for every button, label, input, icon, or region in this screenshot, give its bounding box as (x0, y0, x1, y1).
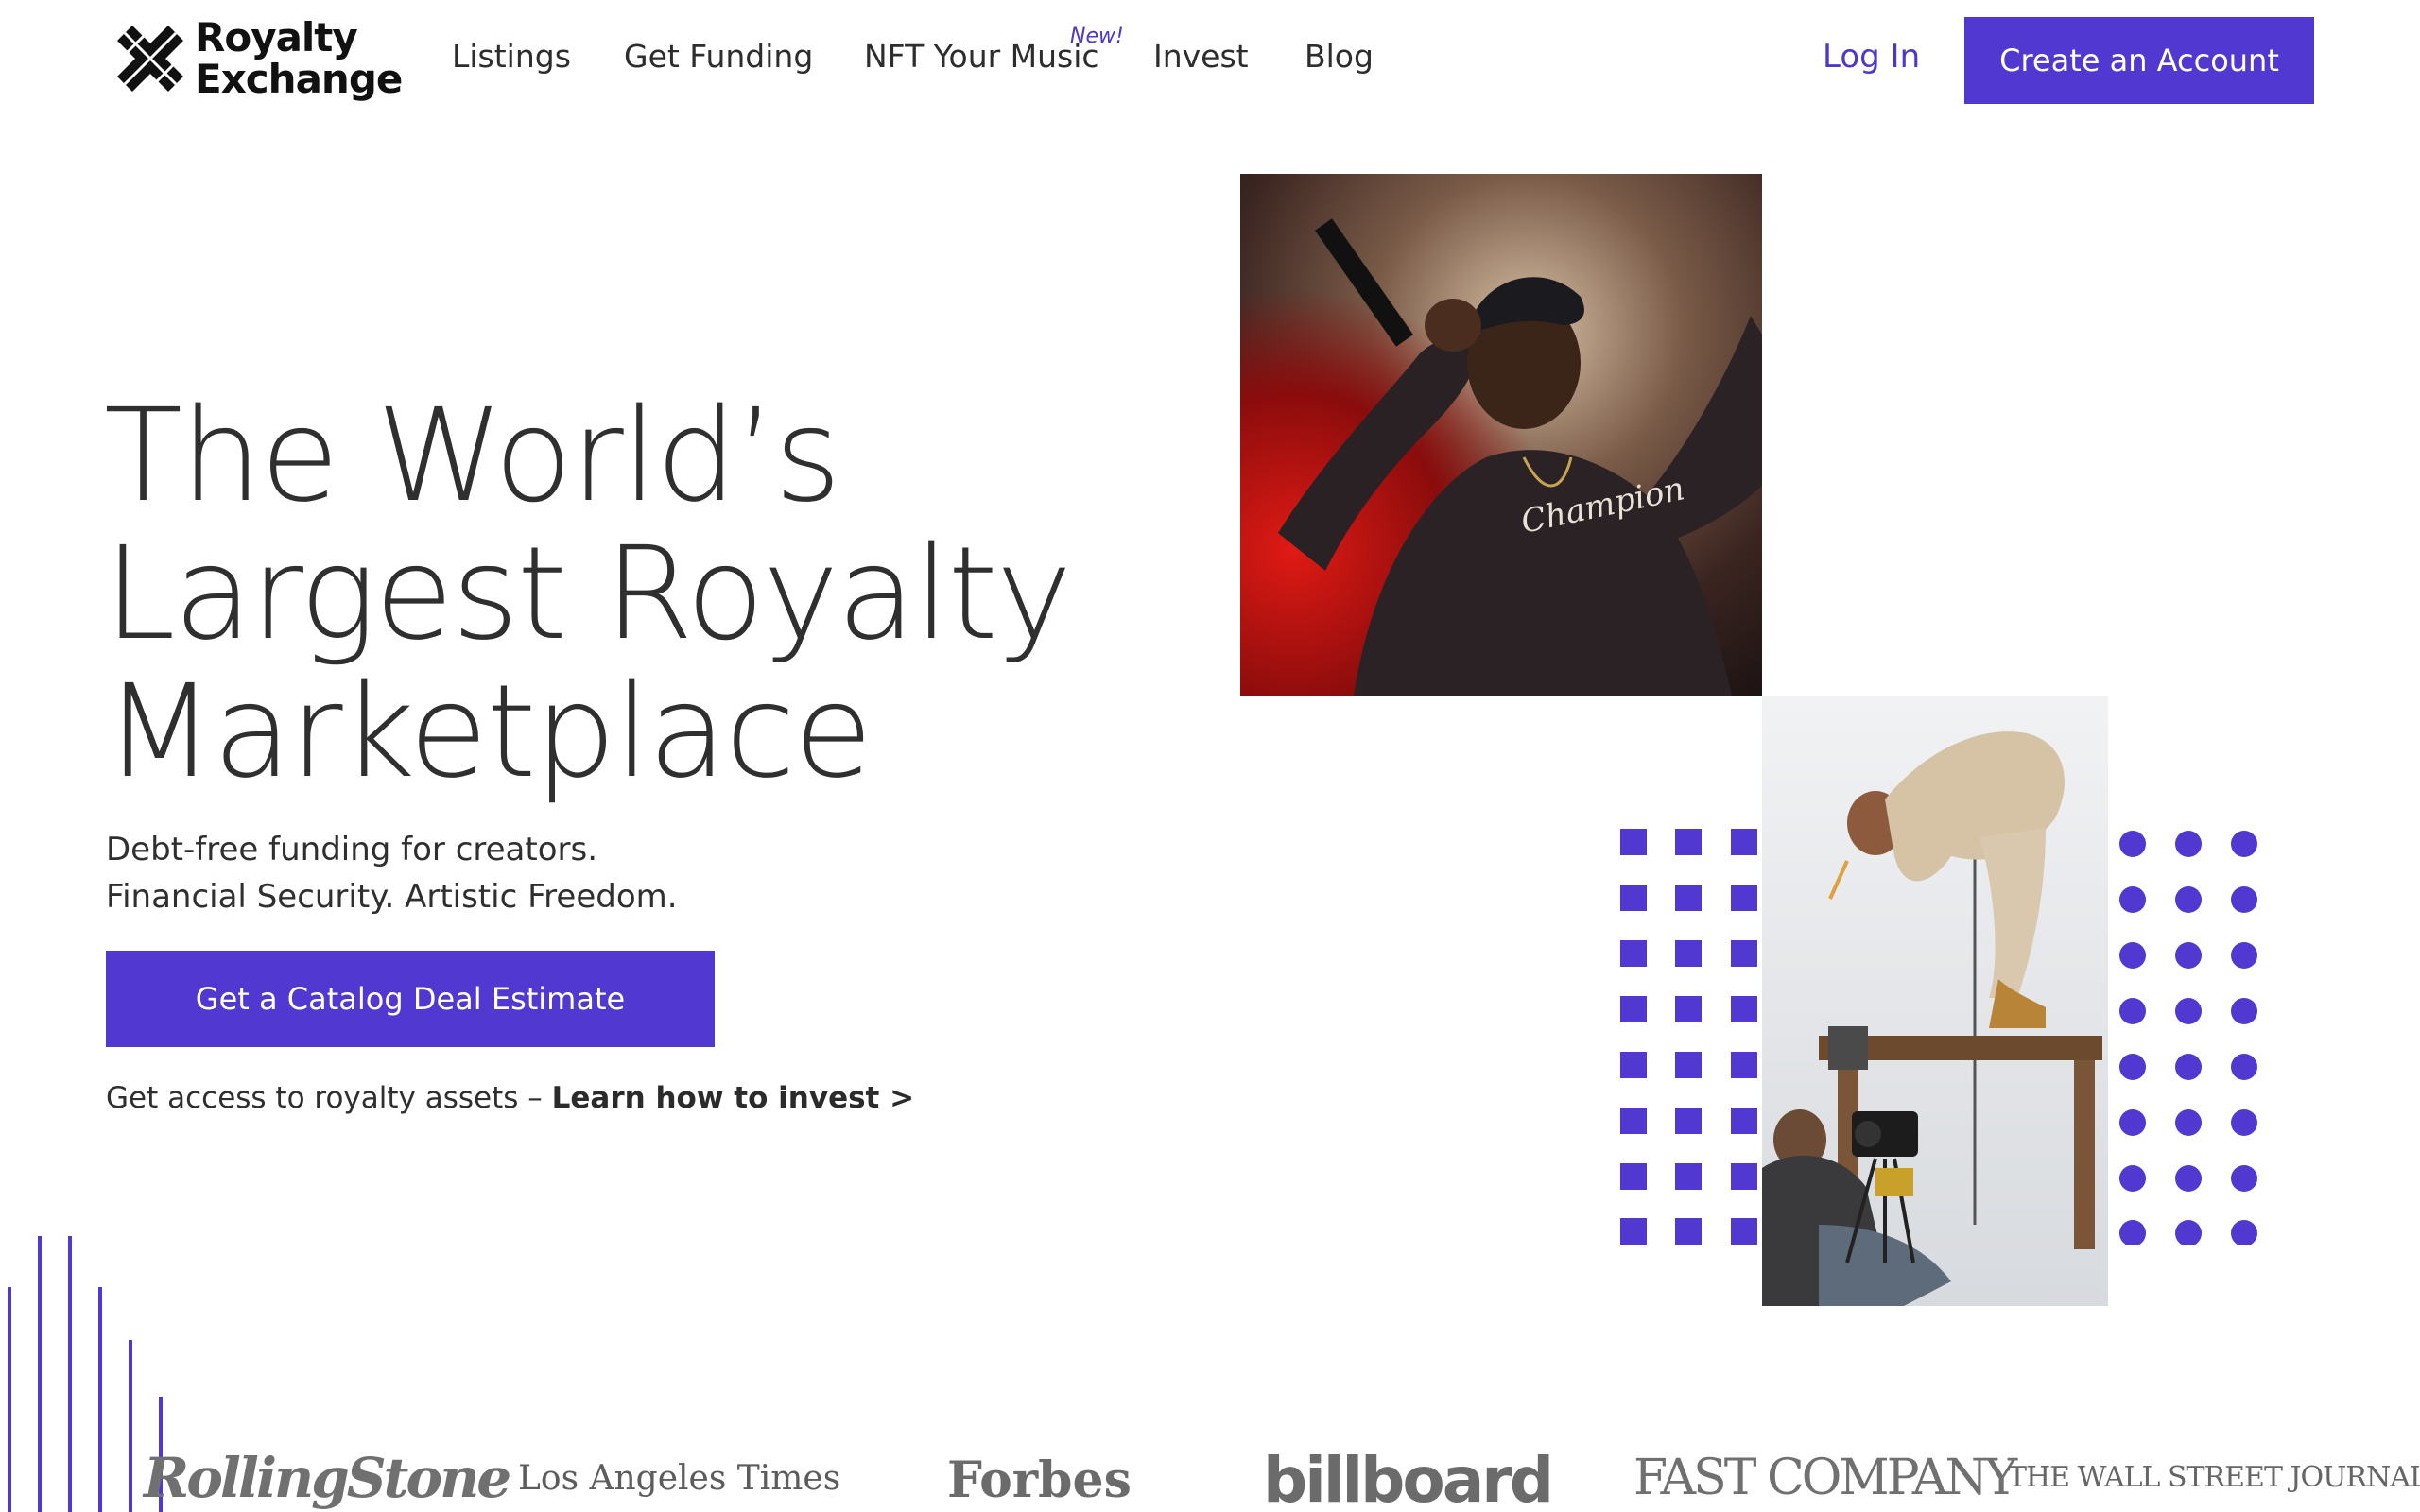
nav-item-blog[interactable]: Blog (1305, 38, 1374, 75)
los-angeles-times-logo: Los Angeles Times (518, 1459, 841, 1498)
forbes-logo: Forbes (947, 1452, 1132, 1509)
site-header: Royalty Exchange Listings Get Funding NF… (0, 0, 2420, 123)
logo-mark-icon (117, 26, 183, 92)
hero-subtitle-line-2: Financial Security. Artistic Freedom. (106, 878, 678, 916)
hero-title-line-2: Largest Royalty (104, 520, 1072, 669)
square-grid-decoration (1620, 829, 1757, 1245)
login-link[interactable]: Log In (1823, 38, 1920, 76)
catalog-deal-estimate-button[interactable]: Get a Catalog Deal Estimate (106, 951, 715, 1047)
logo-line-1: Royalty (195, 14, 358, 60)
learn-invest-link[interactable]: Learn how to invest > (552, 1081, 915, 1115)
hero-subtitle-line-1: Debt-free funding for creators. (106, 831, 598, 868)
hero-subtitle: Debt-free funding for creators. Financia… (106, 826, 678, 920)
wall-street-journal-logo: THE WALL STREET JOURNAL. (2008, 1461, 2420, 1494)
nav-item-nft-your-music[interactable]: NFT Your Music (864, 38, 1099, 75)
fast-company-logo: FAST COMPANY (1634, 1450, 2017, 1506)
create-account-button[interactable]: Create an Account (1964, 17, 2314, 104)
invest-prefix: Get access to royalty assets – (106, 1081, 552, 1115)
rolling-stone-logo: RollingStone (144, 1446, 511, 1510)
new-badge: New! (1070, 25, 1124, 48)
hero-title-line-3: Marketplace (104, 658, 873, 807)
press-logos: RollingStone Los Angeles Times Forbes bi… (0, 1444, 2420, 1512)
logo-wordmark: Royalty Exchange (195, 14, 403, 102)
invest-line: Get access to royalty assets – Learn how… (106, 1081, 914, 1115)
logo-line-2: Exchange (195, 56, 403, 102)
hero-title-line-1: The World’s (104, 382, 841, 531)
performer-photo: Champion (1240, 174, 1762, 696)
royalty-exchange-logo[interactable]: Royalty Exchange (112, 14, 403, 102)
billboard-logo: billboard (1263, 1444, 1554, 1512)
nav-item-get-funding[interactable]: Get Funding (624, 38, 813, 75)
nav-item-listings[interactable]: Listings (452, 38, 571, 75)
dot-grid-decoration (2119, 831, 2257, 1245)
nav-item-invest[interactable]: Invest (1153, 38, 1249, 75)
hero-title: The World’s Largest Royalty Marketplace (104, 387, 1144, 801)
photoshoot-photo (1762, 696, 2108, 1306)
